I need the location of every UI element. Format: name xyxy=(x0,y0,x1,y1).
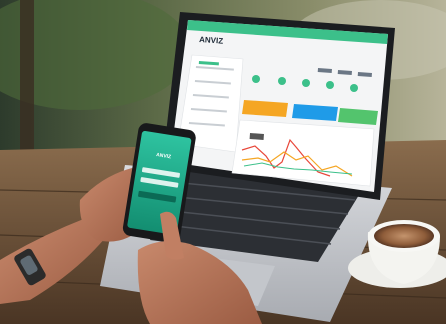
chart-tooltip xyxy=(249,133,264,140)
brand-logo: ANVIZ xyxy=(199,35,224,46)
status-circle-3 xyxy=(302,79,310,87)
status-circle-5 xyxy=(350,84,358,92)
kpi-tile-blue xyxy=(292,104,338,121)
kpi-tile-orange xyxy=(242,100,288,117)
coffee-foam xyxy=(374,224,434,248)
photo-scene: ANVIZ ANVIZ xyxy=(0,0,446,324)
status-circle-2 xyxy=(278,77,286,85)
status-circle-1 xyxy=(252,75,260,83)
status-circle-4 xyxy=(326,81,334,89)
kpi-tile-green xyxy=(338,108,378,125)
scene-svg: ANVIZ ANVIZ xyxy=(0,0,446,324)
